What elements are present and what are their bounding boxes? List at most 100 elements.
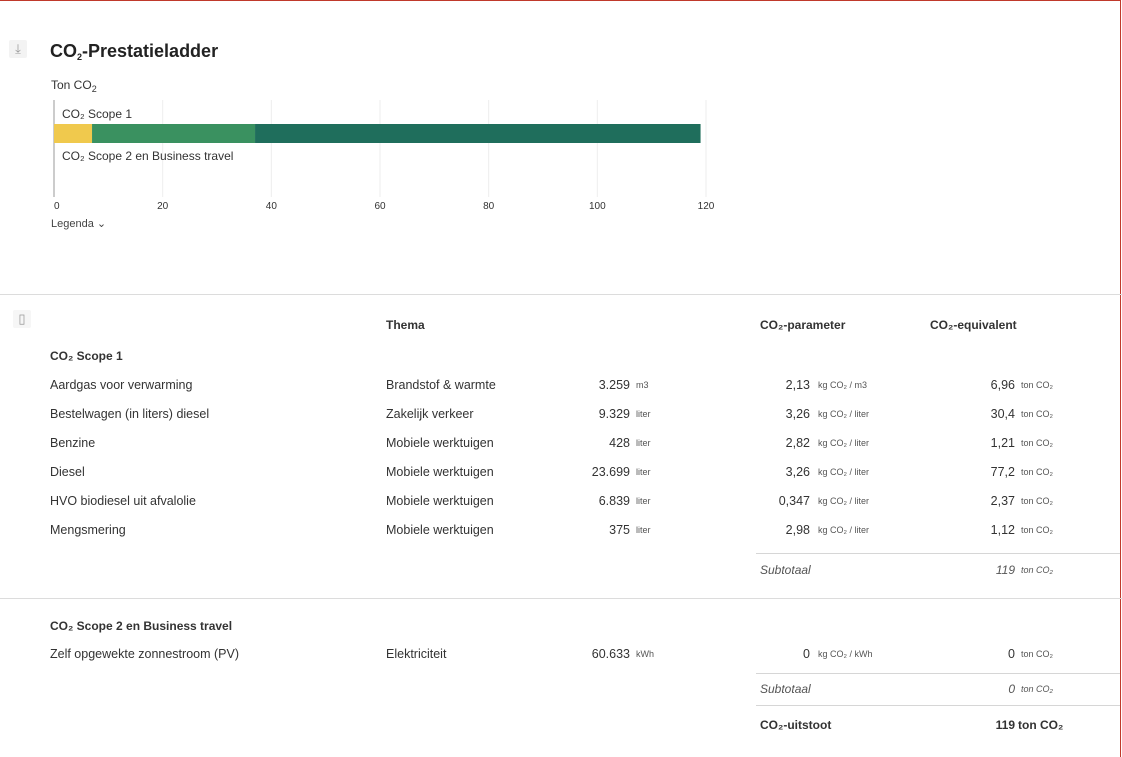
row-quantity-unit: liter <box>636 467 651 477</box>
row-quantity-unit: kWh <box>636 649 654 659</box>
table-row: HVO biodiesel uit afvalolie Mobiele werkt… <box>0 488 1122 517</box>
x-tick-label: 20 <box>157 201 169 212</box>
row-param-unit: kg CO₂ / liter <box>818 409 870 419</box>
row-name: HVO biodiesel uit afvalolie <box>50 494 196 508</box>
row-param-unit: kg CO₂ / liter <box>818 438 870 448</box>
row-name: Aardgas voor verwarming <box>50 378 193 392</box>
row-quantity-unit: liter <box>636 409 651 419</box>
row-param-unit: kg CO₂ / kWh <box>818 649 873 659</box>
row-thema: Zakelijk verkeer <box>386 407 474 421</box>
col-header-param: CO₂-parameter <box>760 318 846 332</box>
table-row: Benzine Mobiele werktuigen 428 liter 2,82 kg … <box>0 430 1122 459</box>
table-row: Diesel Mobiele werktuigen 23.699 liter 3,26 k… <box>0 459 1122 488</box>
x-tick-label: 120 <box>698 201 715 212</box>
row-equiv: 1,21 <box>990 436 1015 450</box>
row-thema: Elektriciteit <box>386 647 447 661</box>
row-quantity-unit: liter <box>636 525 651 535</box>
x-tick-label: 100 <box>589 201 606 212</box>
bar-segment[interactable] <box>54 124 93 143</box>
row-thema: Mobiele werktuigen <box>386 494 494 508</box>
bar-segment[interactable] <box>92 124 256 143</box>
clipboard-icon[interactable]: ▯ <box>13 310 31 328</box>
row-param-unit: kg CO₂ / m3 <box>818 380 868 390</box>
download-icon[interactable]: ⤓ <box>9 40 27 58</box>
row-name: Zelf opgewekte zonnestroom (PV) <box>50 647 239 661</box>
row-name: Mengsmering <box>50 523 126 537</box>
row-quantity: 60.633 <box>591 647 630 661</box>
row-quantity: 428 <box>609 436 630 450</box>
chart-ylabel: Ton CO2 <box>51 78 97 94</box>
row-param-unit: kg CO₂ / liter <box>818 467 870 477</box>
scope2-heading: CO₂ Scope 2 en Business travel <box>50 619 233 633</box>
row-thema: Mobiele werktuigen <box>386 465 494 479</box>
row-param: 0,347 <box>778 494 810 508</box>
total-line <box>756 705 1120 706</box>
row-param: 2,98 <box>785 523 810 537</box>
row-quantity: 9.329 <box>598 407 630 421</box>
x-tick-label: 80 <box>483 201 495 212</box>
row-equiv-unit: ton CO₂ <box>1021 438 1054 448</box>
bar-segment[interactable] <box>255 124 701 143</box>
row-equiv: 0 <box>1008 647 1015 661</box>
row-equiv-unit: ton CO₂ <box>1021 409 1054 419</box>
subtotal-line <box>756 673 1120 674</box>
row-equiv: 6,96 <box>990 378 1015 392</box>
row-quantity: 375 <box>609 523 630 537</box>
subtotal-unit: ton CO₂ <box>1021 565 1053 575</box>
subtotal-value: 119 <box>995 563 1015 577</box>
category-label-scope1: CO₂ Scope 1 <box>62 107 132 121</box>
row-param-unit: kg CO₂ / liter <box>818 525 870 535</box>
category-label-scope2: CO₂ Scope 2 en Business travel <box>62 149 233 163</box>
total-label: CO₂-uitstoot <box>760 718 832 732</box>
table-row: Aardgas voor verwarming Brandstof & warmt… <box>0 372 1122 401</box>
row-name: Bestelwagen (in liters) diesel <box>50 407 210 421</box>
total-unit: ton CO₂ <box>1018 718 1064 732</box>
row-quantity-unit: liter <box>636 496 651 506</box>
row-quantity-unit: liter <box>636 438 651 448</box>
row-thema: Mobiele werktuigen <box>386 436 494 450</box>
row-param-unit: kg CO₂ / liter <box>818 496 870 506</box>
row-equiv: 1,12 <box>990 523 1015 537</box>
row-equiv: 2,37 <box>990 494 1015 508</box>
section-divider <box>0 598 1122 599</box>
row-param: 3,26 <box>785 407 810 421</box>
row-param: 2,82 <box>785 436 810 450</box>
row-param: 0 <box>803 647 810 661</box>
subtotal-unit: ton CO₂ <box>1021 684 1053 694</box>
row-equiv-unit: ton CO₂ <box>1021 649 1054 659</box>
row-equiv: 77,2 <box>990 465 1015 479</box>
chart-grid <box>162 100 707 197</box>
x-tick-label: 40 <box>266 201 278 212</box>
row-quantity: 3.259 <box>598 378 630 392</box>
row-equiv-unit: ton CO₂ <box>1021 380 1054 390</box>
row-quantity-unit: m3 <box>636 380 649 390</box>
row-param: 2,13 <box>785 378 810 392</box>
row-quantity: 6.839 <box>598 494 630 508</box>
subtotal-label: Subtotaal <box>760 563 811 577</box>
row-equiv-unit: ton CO₂ <box>1021 496 1054 506</box>
legend-toggle[interactable]: Legenda ⌄ <box>51 217 106 230</box>
row-thema: Mobiele werktuigen <box>386 523 494 537</box>
row-equiv-unit: ton CO₂ <box>1021 525 1054 535</box>
row-param: 3,26 <box>785 465 810 479</box>
table-row: Mengsmering Mobiele werktuigen 375 liter 2,9… <box>0 517 1122 546</box>
chevron-down-icon: ⌄ <box>96 218 107 230</box>
total-value: 119 <box>995 718 1015 732</box>
subtotal-label: Subtotaal <box>760 682 811 696</box>
row-quantity: 23.699 <box>591 465 630 479</box>
x-tick-label: 0 <box>54 201 60 212</box>
subtotal-line <box>756 553 1120 554</box>
chart-ticks: 0 20 40 60 80 100 120 <box>54 201 715 212</box>
col-header-thema: Thema <box>386 318 425 332</box>
row-equiv: 30,4 <box>990 407 1015 421</box>
chart-bars <box>54 124 701 143</box>
chart-area: CO₂ Scope 1 CO₂ Scope 2 en Business trav… <box>53 100 715 212</box>
row-name: Benzine <box>50 436 96 450</box>
row-thema: Brandstof & warmte <box>386 378 496 392</box>
page-title: CO2-Prestatieladder <box>50 41 219 62</box>
row-name: Diesel <box>50 465 85 479</box>
table-row: Bestelwagen (in liters) diesel Zakelijk v… <box>0 401 1122 430</box>
scope1-heading: CO₂ Scope 1 <box>50 349 123 363</box>
col-header-equiv: CO₂-equivalent <box>930 318 1017 332</box>
x-tick-label: 60 <box>374 201 386 212</box>
